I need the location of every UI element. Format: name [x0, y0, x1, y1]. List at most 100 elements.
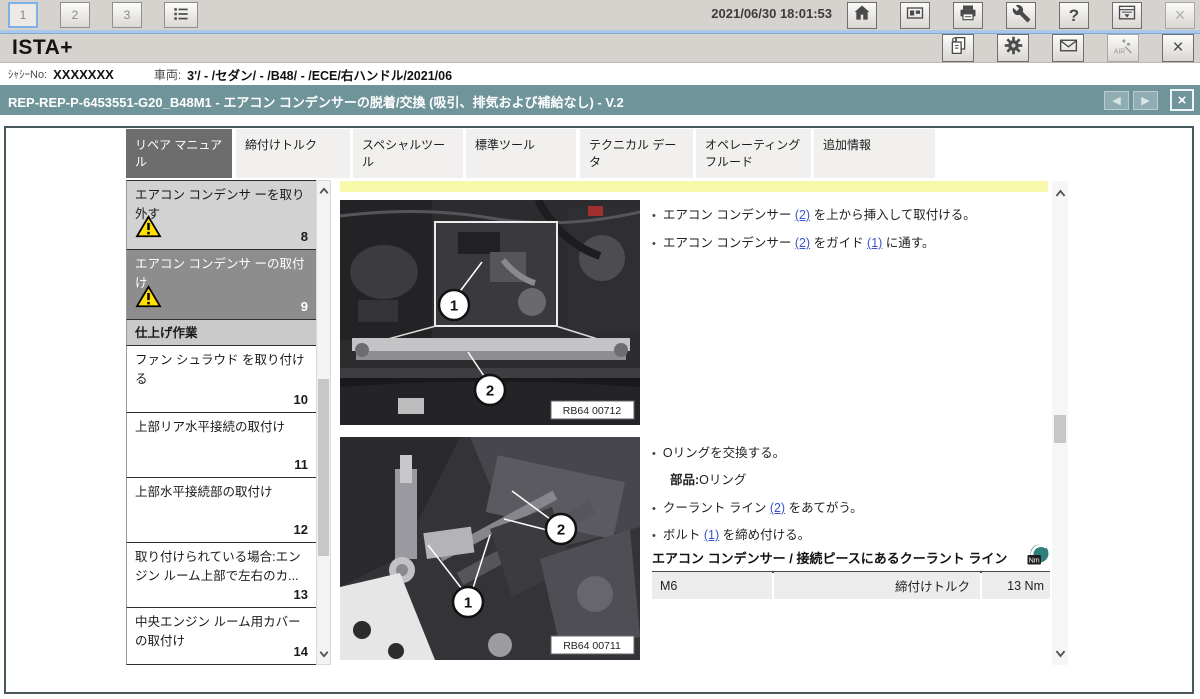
torque-table-row: M6 締付けトルク 13 Nm: [652, 572, 1050, 599]
torque-table-title-text: エアコン コンデンサー / 接続ピースにあるクーラント ライン: [652, 551, 1007, 566]
gear-icon: [1003, 35, 1024, 61]
window-minimize-icon: [1117, 3, 1137, 28]
step-insert-condenser: •エアコン コンデンサー (2) を上から挿入して取付ける。: [652, 204, 1052, 223]
sidebar-item-upper-rear-connection[interactable]: 上部リア水平接続の取付け 11: [126, 413, 316, 478]
next-document-button[interactable]: ▶: [1133, 91, 1158, 110]
tab-technical-data[interactable]: テクニカル データ: [580, 129, 693, 178]
vehicle-label: 車両:: [154, 66, 181, 83]
close-document-button[interactable]: ×: [1170, 89, 1194, 111]
tab-operating-fluids[interactable]: オペレーティング フルード: [696, 129, 811, 178]
callout-link-1[interactable]: (1): [867, 236, 882, 250]
torque-nm-icon[interactable]: Nm: [1026, 543, 1050, 572]
air-icon: AIR: [1112, 35, 1134, 62]
sidebar-scrollbar[interactable]: [316, 180, 331, 665]
vehicle-info-bar: ｼｬｼｰNo: XXXXXXX 車両: 3'/ - /セダン/ - /B48/ …: [0, 63, 1200, 85]
tab-standard-tools[interactable]: 標準ツール: [466, 129, 576, 178]
help-button[interactable]: ?: [1059, 2, 1089, 29]
scroll-down-button[interactable]: [1052, 645, 1068, 661]
sidebar-item-text: 中央エンジン ルーム用カバーの取付け: [135, 615, 301, 648]
step-text: Oリングを交換する。: [663, 446, 785, 460]
vehicle-identification-button[interactable]: [900, 2, 930, 29]
messages-button[interactable]: [1052, 34, 1084, 62]
figure-coolant-line[interactable]: 2 1 RB64 00711: [340, 437, 640, 660]
sidebar-item-number: 12: [294, 520, 308, 540]
sidebar-item-if-fitted-covers[interactable]: 取り付けられている場合:エンジン ルーム上部で左右のカ... 13: [126, 543, 316, 608]
tab-tightening-torque[interactable]: 締付けトルク: [236, 129, 350, 178]
sidebar-item-install-condenser[interactable]: エアコン コンデンサ ーの取付け 9: [126, 250, 316, 320]
nm-icon-label: Nm: [1029, 557, 1040, 564]
tab-repair-manual[interactable]: リペア マニュアル: [126, 129, 232, 178]
callout-1-number: 1: [464, 595, 472, 612]
copy-document-button[interactable]: [942, 34, 974, 62]
sidebar-item-install-fan-shroud[interactable]: ファン シュラウド を取り付ける 10: [126, 346, 316, 413]
warning-icon: [135, 215, 162, 244]
tab-special-tools[interactable]: スペシャルツール: [353, 129, 463, 178]
workshop-tools-button[interactable]: [1006, 2, 1036, 29]
callout-link-2[interactable]: (2): [795, 208, 810, 222]
sidebar-header-text: 仕上げ作業: [135, 326, 198, 340]
sidebar-item-remove-condenser[interactable]: エアコン コンデンサ ーを取り外す 8: [126, 180, 316, 250]
view-button-3[interactable]: 3: [112, 2, 142, 28]
step-text: を上から挿入して取付ける。: [810, 208, 976, 222]
chassis-number-label: ｼｬｼｰNo:: [8, 66, 47, 82]
home-button[interactable]: [847, 2, 877, 29]
step-text: を締め付ける。: [719, 528, 810, 542]
bullet-icon: •: [652, 210, 656, 222]
sidebar-item-center-engine-cover[interactable]: 中央エンジン ルーム用カバーの取付け 14: [126, 608, 316, 665]
wrench-icon: [1012, 4, 1031, 28]
tab-additional-info[interactable]: 追加情報: [814, 129, 935, 178]
torque-table-title: エアコン コンデンサー / 接続ピースにあるクーラント ライン: [652, 546, 1050, 573]
tab-label: オペレーティング フルード: [705, 138, 800, 169]
sidebar-item-number: 10: [294, 390, 308, 410]
chevron-right-icon: ▶: [1141, 94, 1149, 107]
prev-document-button[interactable]: ◀: [1104, 91, 1129, 110]
scroll-up-button[interactable]: [1052, 185, 1068, 201]
top-toolbar: 1 2 3 2021/06/30 18:01:53 ? ×: [0, 0, 1200, 30]
figure-label: RB64 00711: [563, 640, 621, 652]
callout-link-1[interactable]: (1): [704, 528, 719, 542]
app-title: ISTA+: [12, 36, 73, 60]
step-guide-condenser: •エアコン コンデンサー (2) をガイド (1) に通す。: [652, 232, 1052, 251]
step-text: ボルト: [663, 528, 704, 542]
sidebar-header-finishing-work: 仕上げ作業: [126, 320, 316, 346]
scroll-down-button[interactable]: [317, 646, 330, 662]
step-replace-oring: •Oリングを交換する。: [652, 442, 1052, 461]
settings-button[interactable]: [997, 34, 1029, 62]
scrollbar-thumb[interactable]: [318, 379, 329, 556]
bullet-icon: •: [652, 530, 656, 542]
tab-label: スペシャルツール: [362, 138, 445, 169]
part-label: 部品:: [670, 473, 699, 487]
scroll-up-button[interactable]: [317, 183, 330, 199]
tab-label: テクニカル データ: [589, 138, 676, 169]
sidebar-item-number: 13: [294, 585, 308, 605]
operations-list-button[interactable]: [164, 2, 198, 28]
step-text: エアコン コンデンサー: [663, 236, 795, 250]
figure-label: RB64 00712: [563, 405, 622, 417]
question-icon: ?: [1069, 6, 1079, 26]
figure-condenser-install[interactable]: 1 2 RB64 00712: [340, 200, 640, 425]
part-note-oring: 部品:Oリング: [670, 469, 1070, 488]
warning-icon: [135, 285, 162, 314]
tab-label: 標準ツール: [475, 138, 535, 152]
scrollbar-thumb[interactable]: [1054, 415, 1066, 443]
window-minimize-button[interactable]: [1112, 2, 1142, 29]
view-button-1[interactable]: 1: [8, 2, 38, 28]
copy-document-icon: [948, 35, 969, 61]
callout-link-2[interactable]: (2): [795, 236, 810, 250]
print-button[interactable]: [953, 2, 983, 29]
close-icon: ×: [1172, 37, 1183, 59]
callout-2-number: 2: [486, 383, 494, 400]
close-session-button[interactable]: ×: [1162, 34, 1194, 62]
sidebar-item-upper-connection[interactable]: 上部水平接続部の取付け 12: [126, 478, 316, 543]
view-button-2[interactable]: 2: [60, 2, 90, 28]
content-scrollbar[interactable]: [1052, 181, 1068, 665]
section-highlight-bar: [340, 181, 1048, 192]
view-button-1-label: 1: [20, 8, 27, 22]
vehicle-value: 3'/ - /セダン/ - /B48/ - /ECE/右ハンドル/2021/06: [187, 65, 452, 84]
view-button-3-label: 3: [124, 8, 131, 22]
printer-icon: [958, 3, 978, 28]
bullet-icon: •: [652, 238, 656, 250]
sidebar-item-number: 11: [294, 455, 308, 475]
callout-link-2[interactable]: (2): [770, 501, 785, 515]
tab-label: 締付けトルク: [245, 138, 317, 152]
